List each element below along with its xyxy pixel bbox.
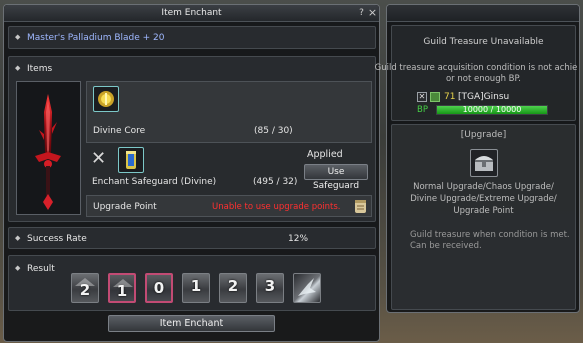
bp-bar: 10000 / 10000 [436,105,548,115]
close-button[interactable]: × [367,7,378,19]
bullet-icon: ◆ [15,64,21,72]
guild-level: 71 [444,92,456,102]
item-enchant-window: Item Enchant ? × ◆ Master's Palladium Bl… [3,4,380,342]
result-up-1-label: 1 [190,277,202,295]
divine-core-label: Divine Core [93,126,146,136]
guild-status-panel: Guild Treasure Unavailable Guild treasur… [375,25,577,121]
safeguard-status: Applied [307,149,343,160]
bp-value: 10000 / 10000 [462,105,522,114]
guild-notice-line2: or not enough BP. [445,74,522,84]
guild-treasure-titlebar [387,5,579,22]
success-rate-panel: ◆ Success Rate 12% [8,227,376,249]
upgrade-point-row: Upgrade Point Unable to use upgrade poin… [86,195,372,217]
result-down-2-button[interactable]: 2 [71,273,99,303]
treasure-chest-slot[interactable] [470,149,498,177]
guild-x-icon: ✕ [417,92,427,102]
upgrade-point-label: Upgrade Point [93,202,157,212]
item-preview-frame [16,81,81,215]
guild-name: [TGA]Ginsu [458,92,510,102]
treasure-chest-icon [475,156,493,171]
upgrade-desc-line3: Upgrade Point [453,206,514,216]
bullet-icon: ◆ [15,234,21,242]
safeguard-row: ✕ Applied Use Safeguard Enchant Safeguar… [86,146,372,194]
item-enchant-title: Item Enchant [161,8,222,18]
item-name: Master's Palladium Blade + 20 [27,33,165,43]
result-panel: ◆ Result 2 1 0 1 2 3 [8,255,376,311]
divine-core-slot[interactable] [93,86,119,112]
cancel-x-icon[interactable]: ✕ [91,150,106,168]
safeguard-slot[interactable] [118,147,144,173]
upgrade-desc-line1: Normal Upgrade/Chaos Upgrade/ [413,182,554,192]
item-enchant-titlebar[interactable]: Item Enchant ? × [4,5,379,22]
items-header: Items [27,64,53,74]
success-rate-label: Success Rate [27,234,87,244]
items-panel: ◆ Items Divine Core (85 / 30) ✕ Applied … [8,56,376,222]
result-up-2-label: 2 [227,277,239,295]
result-up-1-button[interactable]: 1 [182,273,210,303]
guild-treasure-title: Guild Treasure Unavailable [423,37,544,47]
upgrade-header: [Upgrade] [460,130,507,140]
upgrade-point-scroll-icon[interactable] [352,197,370,216]
item-enchant-button[interactable]: Item Enchant [108,315,275,332]
sword-icon [35,94,61,210]
help-button[interactable]: ? [356,7,367,19]
success-rate-value: 12% [288,234,309,244]
divine-core-count: (85 / 30) [254,126,293,136]
guild-upgrade-panel: [Upgrade] Normal Upgrade/Chaos Upgrade/ … [391,124,576,310]
bp-label: BP [417,105,428,115]
safeguard-scroll-icon [126,151,136,169]
guild-treasure-window: Guild Treasure Unavailable Guild treasur… [375,4,580,313]
divine-core-icon [98,91,114,107]
result-up-2-button[interactable]: 2 [219,273,247,303]
bullet-icon: ◆ [15,264,21,272]
item-name-panel: ◆ Master's Palladium Blade + 20 [8,26,376,49]
safeguard-count: (495 / 32) [253,177,298,187]
use-safeguard-button[interactable]: Use Safeguard [304,164,368,191]
result-down-1-button[interactable]: 1 [108,273,136,303]
result-up-3-label: 3 [264,277,276,295]
divine-core-row: Divine Core (85 / 30) [86,81,372,143]
result-buttons: 2 1 0 1 2 3 [71,273,331,305]
result-header: Result [27,264,55,274]
guild-emblem-icon [430,92,440,102]
result-keep-button[interactable]: 0 [145,273,173,303]
safeguard-label: Enchant Safeguard (Divine) [92,177,217,187]
burst-icon [298,278,316,296]
up-chevron-icon [113,277,133,287]
result-keep-label: 0 [153,279,165,297]
upgrade-point-message: Unable to use upgrade points. [212,202,341,212]
result-special-button[interactable] [293,273,321,303]
up-chevron-icon [75,276,95,286]
result-up-3-button[interactable]: 3 [256,273,284,303]
upgrade-desc-line2: Divine Upgrade/Extreme Upgrade/ [410,194,557,204]
bullet-icon: ◆ [15,33,21,41]
guild-footer-line2: Can be received. [410,241,482,251]
